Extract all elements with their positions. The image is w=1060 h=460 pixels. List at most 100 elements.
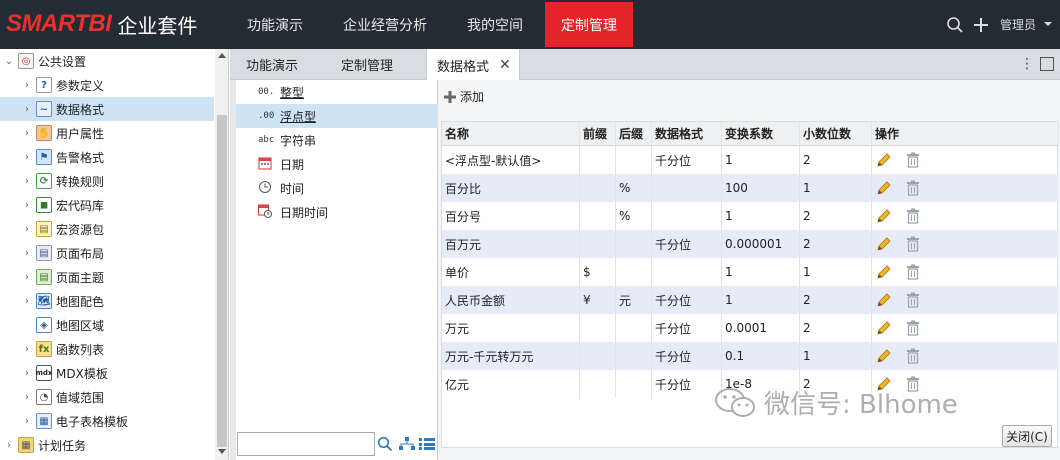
column-header-decimals[interactable]: 小数位数 — [800, 122, 872, 145]
type-item-datetime[interactable]: 日期时间 — [236, 200, 438, 224]
delete-icon[interactable] — [906, 236, 920, 252]
nav-item-my-space[interactable]: 我的空间 — [449, 2, 541, 47]
edit-icon[interactable] — [876, 236, 892, 252]
integer-icon: 00. — [258, 87, 275, 97]
nav-item-demo[interactable]: 功能演示 — [229, 2, 321, 47]
cell-prefix — [580, 342, 616, 370]
type-item-float[interactable]: .00 浮点型 — [236, 104, 438, 128]
tree-node-map-region[interactable]: ◈ 地图区域 — [0, 313, 214, 337]
delete-icon[interactable] — [906, 180, 920, 196]
more-options-icon[interactable]: ⋮ — [1020, 56, 1034, 72]
table-row[interactable]: 百分号% 1 2 — [442, 202, 1059, 230]
tree-node-mdx-template[interactable]: › mdx MDX模板 — [0, 361, 214, 385]
chevron-right-icon[interactable]: › — [22, 176, 32, 187]
chevron-right-icon[interactable]: › — [22, 128, 32, 139]
tree-view-icon[interactable] — [399, 437, 415, 451]
add-button[interactable]: 添加 — [444, 88, 484, 105]
tree-node-conversion-rule[interactable]: › ⟳ 转换规则 — [0, 169, 214, 193]
table-row[interactable]: 人民币金额 ¥ 元千分位 1 2 — [442, 286, 1059, 314]
logo[interactable]: SMARTBI 企业套件 — [6, 7, 197, 41]
tree-node-map-colors[interactable]: › 🗺 地图配色 — [0, 289, 214, 313]
table-row[interactable]: 万元-千元转万元 千分位 0.1 1 — [442, 342, 1059, 370]
scroll-up-icon[interactable] — [218, 53, 226, 58]
column-header-name[interactable]: 名称 — [442, 122, 580, 145]
chevron-down-icon[interactable] — [1044, 22, 1052, 26]
search-icon[interactable] — [946, 16, 964, 34]
delete-icon[interactable] — [906, 152, 920, 168]
edit-icon[interactable] — [876, 180, 892, 196]
tree-node-value-range[interactable]: › ◔ 值域范围 — [0, 385, 214, 409]
chevron-right-icon[interactable]: › — [22, 392, 32, 403]
list-view-icon[interactable] — [419, 438, 435, 450]
delete-icon[interactable] — [906, 264, 920, 280]
column-header-actions[interactable]: 操作 — [872, 122, 1059, 145]
chevron-right-icon[interactable] — [22, 320, 32, 330]
type-item-integer[interactable]: 00. 整型 — [236, 80, 438, 104]
scroll-thumb[interactable] — [217, 115, 227, 447]
tab-custom-management[interactable]: 定制管理 — [341, 49, 393, 80]
delete-icon[interactable] — [906, 292, 920, 308]
tree-scrollbar[interactable] — [215, 49, 228, 460]
type-item-date[interactable]: 日期 — [236, 152, 438, 176]
close-button[interactable]: 关闭(C) — [1002, 425, 1052, 447]
edit-icon[interactable] — [876, 208, 892, 224]
maximize-icon[interactable] — [1040, 57, 1054, 71]
tab-demo[interactable]: 功能演示 — [246, 49, 298, 80]
chevron-right-icon[interactable]: › — [22, 248, 32, 259]
chevron-right-icon[interactable]: › — [22, 296, 32, 307]
tree-node-page-layout[interactable]: › ▤ 页面布局 — [0, 241, 214, 265]
type-item-time[interactable]: 时间 — [236, 176, 438, 200]
search-icon[interactable] — [377, 436, 393, 452]
column-header-format[interactable]: 数据格式 — [652, 122, 722, 145]
table-row[interactable]: <浮点型-默认值> 千分位 1 2 — [442, 146, 1059, 174]
tree-node-public-settings[interactable]: ⌄ ◎ 公共设置 — [0, 49, 214, 73]
table-row[interactable]: 万元 千分位 0.0001 2 — [442, 314, 1059, 342]
chevron-right-icon[interactable]: › — [22, 200, 32, 211]
delete-icon[interactable] — [906, 348, 920, 364]
chevron-right-icon[interactable]: › — [4, 440, 14, 451]
table-row[interactable]: 百万元 千分位 0.000001 2 — [442, 230, 1059, 258]
tree-node-user-attribute[interactable]: › ✋ 用户属性 — [0, 121, 214, 145]
type-item-string[interactable]: abc 字符串 — [236, 128, 438, 152]
table-row[interactable]: 百分比% 100 1 — [442, 174, 1059, 202]
column-header-prefix[interactable]: 前缀 — [580, 122, 616, 145]
tree-node-data-format[interactable]: › ~ 数据格式 — [0, 97, 214, 121]
column-header-coefficient[interactable]: 变换系数 — [722, 122, 800, 145]
chevron-right-icon[interactable]: › — [22, 344, 32, 355]
tree-node-scheduled-tasks[interactable]: › ▦ 计划任务 — [0, 433, 214, 457]
edit-icon[interactable] — [876, 152, 892, 168]
nav-item-business-analysis[interactable]: 企业经营分析 — [325, 2, 445, 47]
tree-node-spreadsheet-template[interactable]: › ▦ 电子表格模板 — [0, 409, 214, 433]
tree-node-label: 值域范围 — [56, 390, 105, 405]
tree-node-macro-resource-pack[interactable]: › ▤ 宏资源包 — [0, 217, 214, 241]
delete-icon[interactable] — [906, 320, 920, 336]
scroll-down-icon[interactable] — [218, 449, 226, 454]
nav-item-custom-management[interactable]: 定制管理 — [545, 2, 633, 47]
user-menu[interactable]: 管理员 — [1000, 16, 1036, 33]
edit-icon[interactable] — [876, 292, 892, 308]
column-header-suffix[interactable]: 后缀 — [616, 122, 652, 145]
close-icon[interactable]: ✕ — [499, 57, 511, 73]
edit-icon[interactable] — [876, 348, 892, 364]
chevron-right-icon[interactable]: › — [22, 152, 32, 163]
edit-icon[interactable] — [876, 320, 892, 336]
chevron-down-icon[interactable]: ⌄ — [4, 56, 14, 67]
tree-node-macro-library[interactable]: › ◼ 宏代码库 — [0, 193, 214, 217]
chevron-right-icon[interactable]: › — [22, 416, 32, 427]
table-row[interactable]: 单价 $1 1 — [442, 258, 1059, 286]
tree-node-page-theme[interactable]: › ▤ 页面主题 — [0, 265, 214, 289]
delete-icon[interactable] — [906, 208, 920, 224]
chevron-right-icon[interactable]: › — [22, 80, 32, 91]
chevron-right-icon[interactable]: › — [22, 104, 32, 115]
plus-icon[interactable] — [972, 16, 990, 34]
tree-node-parameter-definition[interactable]: ›? 参数定义 — [0, 73, 214, 97]
chevron-right-icon[interactable]: › — [22, 368, 32, 379]
tab-data-format[interactable]: 数据格式 ✕ — [426, 49, 520, 81]
chevron-right-icon[interactable]: › — [22, 272, 32, 283]
tree-node-function-list[interactable]: › fx 函数列表 — [0, 337, 214, 361]
chevron-right-icon[interactable]: › — [22, 224, 32, 235]
tree-node-alert-format[interactable]: › ⚑ 告警格式 — [0, 145, 214, 169]
search-input[interactable] — [237, 432, 375, 456]
edit-icon[interactable] — [876, 264, 892, 280]
cell-coefficient: 0.000001 — [722, 230, 800, 258]
